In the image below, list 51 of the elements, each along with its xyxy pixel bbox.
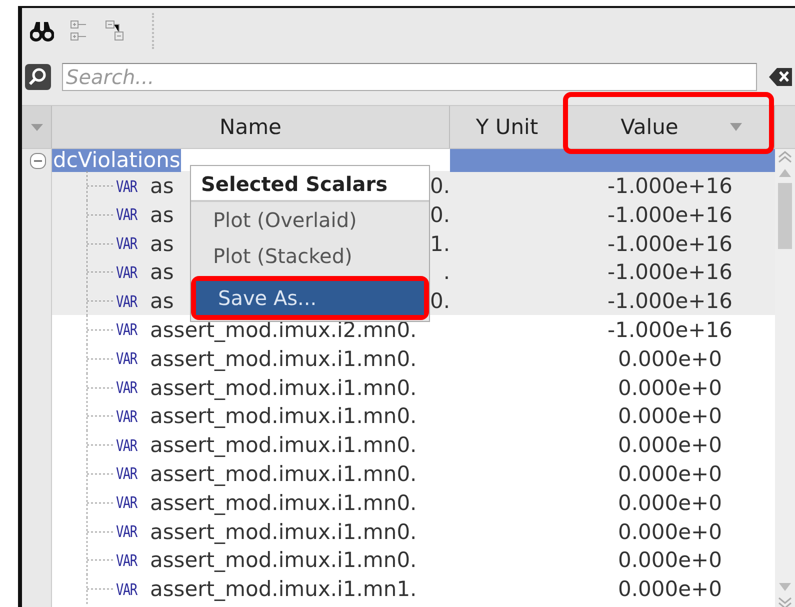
variable-name: as bbox=[150, 202, 174, 227]
type-label: VAR bbox=[116, 436, 138, 455]
variable-name: assert_mod.imux.i1.mn0. bbox=[150, 433, 417, 458]
variable-name: 0. bbox=[430, 202, 450, 227]
value-text: 0.000e+0 bbox=[618, 346, 722, 371]
value-text: -1.000e+16 bbox=[608, 202, 732, 227]
variable-name: 1. bbox=[430, 232, 450, 256]
value-text: 0.000e+0 bbox=[618, 433, 722, 458]
value-text: 0.000e+0 bbox=[618, 376, 722, 400]
type-label: VAR bbox=[116, 320, 138, 340]
type-label: VAR bbox=[116, 406, 138, 426]
type-label: VAR bbox=[116, 580, 138, 599]
type-label: VAR bbox=[116, 262, 138, 282]
value-text: 0.000e+0 bbox=[618, 490, 722, 515]
menu-title: Selected Scalars bbox=[191, 166, 429, 200]
type-label: VAR bbox=[116, 550, 138, 570]
variable-name: as bbox=[150, 289, 174, 314]
value-text: -1.000e+16 bbox=[608, 174, 732, 198]
value-text: 0.000e+0 bbox=[618, 577, 722, 602]
type-label: VAR bbox=[116, 176, 138, 196]
type-label: VAR bbox=[116, 205, 138, 224]
variable-name: 0. bbox=[430, 289, 450, 314]
variable-name: assert_mod.imux.i1.mn1. bbox=[150, 577, 417, 602]
value-text: 0.000e+0 bbox=[618, 520, 722, 544]
variable-name: 0. bbox=[430, 174, 450, 198]
variable-name: assert_mod.imux.i1.mn0. bbox=[150, 548, 417, 572]
value-text: 0.000e+0 bbox=[618, 462, 722, 486]
variable-name: assert_mod.imux.i1.mn0. bbox=[150, 346, 417, 371]
variable-name: as bbox=[150, 232, 174, 256]
variable-name: as bbox=[150, 174, 174, 198]
type-label: VAR bbox=[116, 493, 138, 512]
type-label: VAR bbox=[116, 378, 138, 398]
variable-name: assert_mod.imux.i1.mn0. bbox=[150, 520, 417, 544]
variable-name: assert_mod.imux.i1.mn0. bbox=[150, 404, 417, 428]
variable-name: as bbox=[150, 260, 174, 284]
type-label: VAR bbox=[116, 234, 138, 254]
value-text: -1.000e+16 bbox=[608, 318, 732, 342]
variable-name: assert_mod.imux.i1.mn0. bbox=[150, 490, 417, 515]
variable-name: assert_mod.imux.i1.mn0. bbox=[150, 376, 417, 400]
variable-name: assert_mod.imux.i2.mn0. bbox=[150, 318, 417, 342]
type-label: VAR bbox=[116, 464, 138, 484]
value-text: -1.000e+16 bbox=[608, 260, 732, 284]
value-text: 0.000e+0 bbox=[618, 404, 722, 428]
type-label: VAR bbox=[116, 292, 138, 311]
value-text: 0.000e+0 bbox=[618, 548, 722, 572]
variable-name: assert_mod.imux.i1.mn0. bbox=[150, 462, 417, 486]
variable-name: . bbox=[443, 260, 450, 284]
type-label: VAR bbox=[116, 349, 138, 368]
value-text: -1.000e+16 bbox=[608, 232, 732, 256]
type-label: VAR bbox=[116, 522, 138, 542]
value-text: -1.000e+16 bbox=[608, 289, 732, 314]
